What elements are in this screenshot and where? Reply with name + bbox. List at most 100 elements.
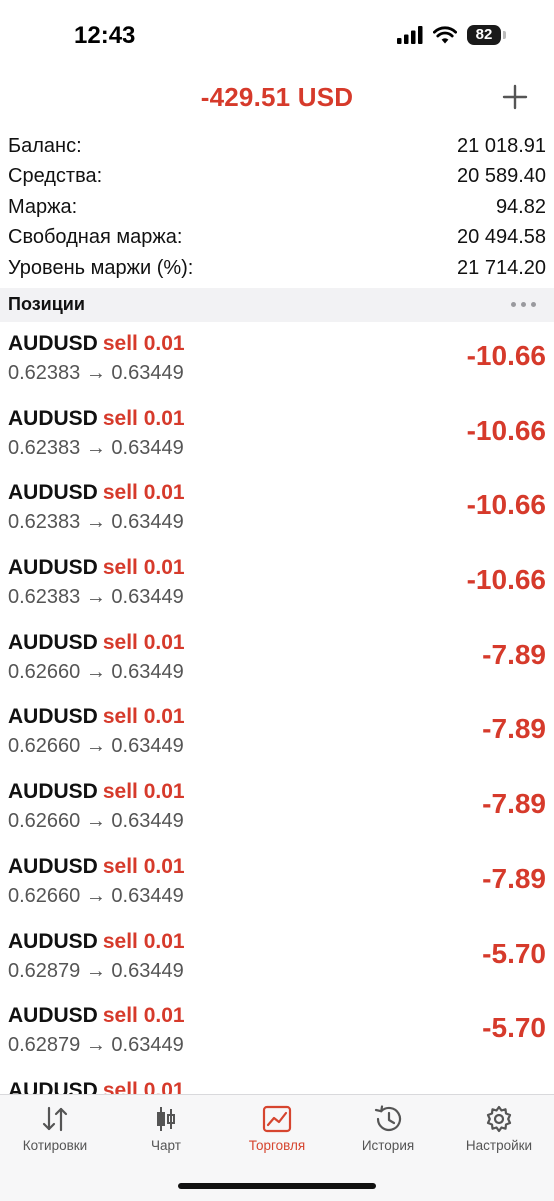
position-profit: -10.66 — [466, 489, 546, 521]
position-side: sell 0.01 — [102, 630, 185, 654]
summary-value: 21 714.20 — [457, 256, 546, 279]
position-side: sell 0.01 — [102, 780, 185, 804]
summary-label: Баланс: — [8, 134, 82, 157]
position-row[interactable]: AUDUSD sell 0.01 0.62383 → 0.63449 -10.66 — [0, 546, 554, 621]
position-symbol: AUDUSD — [8, 929, 98, 953]
position-prices: 0.62660 → 0.63449 — [8, 884, 184, 907]
position-side: sell 0.01 — [102, 929, 185, 953]
position-row[interactable]: AUDUSD sell 0.01 0.62660 → 0.63449 -7.89 — [0, 845, 554, 920]
new-order-plus-icon[interactable] — [502, 84, 528, 110]
tab-chart[interactable]: Чарт — [111, 1095, 221, 1167]
position-side: sell 0.01 — [102, 1078, 185, 1094]
summary-value: 21 018.91 — [457, 134, 546, 157]
position-prices: 0.62383 → 0.63449 — [8, 511, 184, 534]
position-symbol: AUDUSD — [8, 481, 98, 505]
tab-label: Торговля — [248, 1138, 306, 1153]
status-time: 12:43 — [74, 22, 136, 49]
battery-tip — [503, 31, 506, 39]
status-bar: 12:43 82 — [0, 0, 554, 76]
trade-chart-icon — [262, 1105, 292, 1133]
summary-label: Средства: — [8, 165, 103, 188]
floating-profit-total: -429.51 USD — [200, 82, 354, 112]
position-prices: 0.62660 → 0.63449 — [8, 660, 184, 683]
summary-row-margin-level: Уровень маржи (%): 21 714.20 — [0, 253, 554, 284]
position-symbol: AUDUSD — [8, 780, 98, 804]
battery-level: 82 — [467, 25, 501, 45]
summary-value: 94.82 — [495, 195, 546, 218]
position-symbol: AUDUSD — [8, 630, 98, 654]
position-prices: 0.62383 → 0.63449 — [8, 436, 184, 459]
gear-icon — [486, 1105, 512, 1133]
position-prices: 0.62383 → 0.63449 — [8, 362, 184, 384]
summary-row-free-margin: Свободная маржа: 20 494.58 — [0, 223, 554, 254]
position-side: sell 0.01 — [102, 1004, 185, 1028]
battery-icon: 82 — [467, 25, 506, 45]
position-prices: 0.62879 → 0.63449 — [8, 959, 184, 982]
home-indicator[interactable] — [178, 1183, 376, 1189]
account-summary: Баланс: 21 018.91 Средства: 20 589.40 Ма… — [0, 131, 554, 284]
history-clock-icon — [374, 1105, 402, 1132]
position-profit: -7.89 — [482, 788, 546, 820]
position-row[interactable]: AUDUSD sell 0.01 0.62660 → 0.63449 -7.89 — [0, 621, 554, 696]
summary-row-equity: Средства: 20 589.40 — [0, 162, 554, 193]
tab-label: Котировки — [22, 1138, 88, 1153]
position-row-partial[interactable]: AUDUSD sell 0.01 — [0, 1069, 554, 1094]
tab-history[interactable]: История — [333, 1095, 443, 1167]
more-options-icon[interactable] — [511, 302, 536, 307]
position-row[interactable]: AUDUSD sell 0.01 0.62383 → 0.63449 -10.66 — [0, 397, 554, 472]
position-profit: -5.70 — [482, 1012, 546, 1044]
position-profit: -7.89 — [482, 713, 546, 745]
position-side: sell 0.01 — [102, 481, 185, 505]
summary-value: 20 494.58 — [457, 226, 546, 249]
position-profit: -10.66 — [466, 414, 546, 446]
more-dot — [511, 302, 516, 307]
summary-label: Уровень маржи (%): — [8, 256, 194, 279]
position-prices: 0.62660 → 0.63449 — [8, 735, 184, 758]
position-row[interactable]: AUDUSD sell 0.01 0.62383 → 0.63449 -10.66 — [0, 322, 554, 397]
position-symbol: AUDUSD — [8, 406, 98, 430]
candlestick-chart-icon — [157, 1107, 175, 1131]
cellular-signal-icon — [397, 26, 423, 44]
position-side: sell 0.01 — [102, 705, 185, 729]
tab-settings[interactable]: Настройки — [444, 1095, 554, 1167]
position-symbol: AUDUSD — [8, 705, 98, 729]
position-side: sell 0.01 — [102, 406, 185, 430]
position-row[interactable]: AUDUSD sell 0.01 0.62383 → 0.63449 -10.66 — [0, 471, 554, 546]
more-dot — [521, 302, 526, 307]
positions-list: AUDUSD sell 0.01 0.62383 → 0.63449 -10.66… — [0, 322, 554, 1094]
wifi-icon — [433, 26, 457, 44]
summary-value: 20 589.40 — [457, 165, 546, 188]
position-prices: 0.62383 → 0.63449 — [8, 586, 184, 609]
position-side: sell 0.01 — [102, 854, 185, 878]
positions-title: Позиции — [8, 294, 85, 314]
summary-row-margin: Маржа: 94.82 — [0, 192, 554, 223]
header: -429.51 USD — [0, 76, 554, 122]
position-row[interactable]: AUDUSD sell 0.01 0.62660 → 0.63449 -7.89 — [0, 770, 554, 845]
quotes-arrows-icon — [42, 1106, 68, 1132]
position-symbol: AUDUSD — [8, 1004, 98, 1028]
position-profit: -5.70 — [482, 937, 546, 969]
position-profit: -7.89 — [482, 638, 546, 670]
tab-trade[interactable]: Торговля — [222, 1095, 332, 1167]
more-dot — [531, 302, 536, 307]
position-prices: 0.62660 → 0.63449 — [8, 810, 184, 833]
positions-section-header: Позиции — [0, 288, 554, 322]
summary-label: Маржа: — [8, 195, 78, 218]
position-profit: -7.89 — [482, 862, 546, 894]
position-prices: 0.62879 → 0.63449 — [8, 1034, 184, 1057]
status-icons: 82 — [397, 25, 506, 45]
position-row[interactable]: AUDUSD sell 0.01 0.62879 → 0.63449 -5.70 — [0, 920, 554, 995]
position-profit: -10.66 — [466, 340, 546, 371]
position-row[interactable]: AUDUSD sell 0.01 0.62879 → 0.63449 -5.70 — [0, 994, 554, 1069]
position-side: sell 0.01 — [102, 556, 185, 580]
position-row[interactable]: AUDUSD sell 0.01 0.62660 → 0.63449 -7.89 — [0, 695, 554, 770]
tab-label: Настройки — [465, 1138, 533, 1153]
position-symbol: AUDUSD — [8, 556, 98, 580]
position-side: sell 0.01 — [102, 332, 185, 355]
summary-row-balance: Баланс: 21 018.91 — [0, 131, 554, 162]
tab-label: История — [361, 1138, 415, 1153]
tab-label: Чарт — [151, 1138, 181, 1153]
position-symbol: AUDUSD — [8, 332, 98, 355]
tab-quotes[interactable]: Котировки — [0, 1095, 110, 1167]
position-profit: -10.66 — [466, 564, 546, 596]
